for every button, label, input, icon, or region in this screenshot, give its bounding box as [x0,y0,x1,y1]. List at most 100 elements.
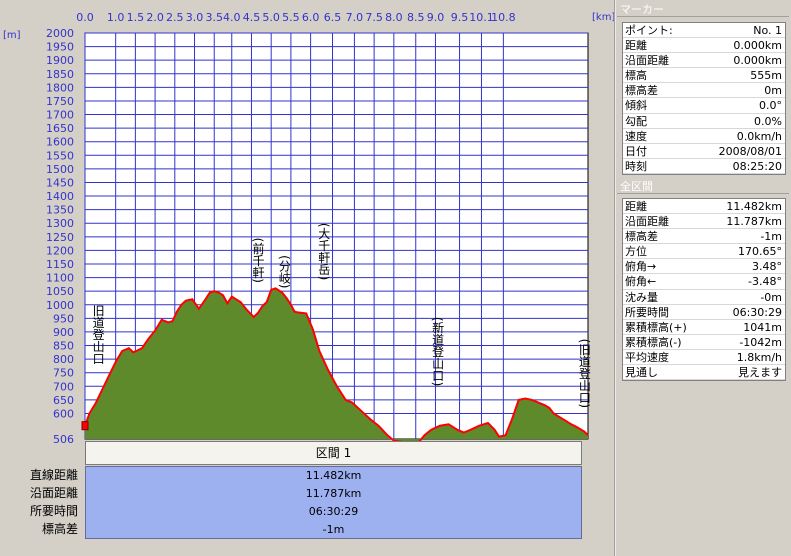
info-value: -0m [760,290,782,304]
info-value: 1041m [743,320,782,334]
info-row: 速度 0.0km/h [623,129,785,144]
info-key: 沈み量 [625,290,658,304]
peak-annotation: 旧道登山口 [91,304,105,364]
y-tick-label: 1350 [46,204,74,217]
section-summary: 区間 1 11.482km 11.787km 06:30:29 -1m [85,441,584,539]
info-row: 距離 11.482km [623,199,785,215]
info-key: 累積標高(-) [625,335,682,349]
section-value-height: -1m [322,523,345,536]
info-row: 俯角← -3.48° [623,274,785,290]
y-tick-label: 1900 [46,54,74,67]
info-value: 170.65° [738,245,782,259]
info-key: 見通し [625,366,658,380]
info-value: 11.787km [726,215,782,229]
panel-divider[interactable] [614,0,616,556]
section-label-straight: 直線距離 [29,468,78,482]
info-key: 速度 [625,129,647,143]
y-tick-label: 600 [53,407,74,420]
x-tick-label: 10.1 [469,11,494,24]
x-tick-label: 2.0 [146,11,164,24]
x-tick-label: 10.8 [491,11,516,24]
info-value: 555m [750,69,782,83]
info-value: 11.482km [726,200,782,213]
info-key: 傾斜 [625,99,647,113]
x-tick-label: 1.0 [107,11,125,24]
y-tick-label: 700 [53,380,74,393]
x-tick-label: 3.0 [186,11,204,24]
marker-point[interactable] [81,421,89,431]
info-row: 日付 2008/08/01 [623,144,785,159]
all-section-table: 距離 11.482km 沿面距離 11.787km 標高差 -1m 方位 170.65° 俯角→… [622,198,786,382]
y-tick-label: 1600 [46,136,74,149]
info-value: -3.48° [748,275,782,289]
info-key: 標高差 [625,230,658,244]
x-tick-label: 0.0 [76,11,94,24]
peak-annotation: (旧道登山口) [577,339,591,408]
info-key: 所要時間 [625,305,669,319]
y-tick-label: 800 [53,353,74,366]
x-tick-label: 5.0 [262,11,280,24]
info-key: 標高差 [625,84,658,98]
info-row: 累積標高(+) 1041m [623,320,785,335]
info-value: 0m [764,84,782,98]
section-label-height: 標高差 [41,522,78,536]
info-row: 沿面距離 11.787km [623,214,785,230]
info-value: 0.0km/h [736,129,782,143]
y-tick-label: 900 [53,326,74,339]
info-value: 1.8km/h [736,350,782,364]
info-row: 沈み量 -0m [623,290,785,305]
section-value-straight: 11.482km [305,469,362,482]
x-tick-label: 9.0 [427,11,445,24]
info-value: 3.48° [752,260,782,274]
x-tick-label: 6.0 [302,11,320,24]
info-key: ポイント: [625,24,673,37]
section-value-surface: 11.787km [305,487,362,500]
peak-annotation: (大千軒岳) [317,223,331,280]
y-tick-label: 1050 [46,285,74,298]
info-key: 平均速度 [625,350,669,364]
peak-annotation: (前千軒) [251,238,265,283]
info-key: 方位 [625,245,647,259]
info-row: 傾斜 0.0° [623,98,785,114]
x-tick-label: 4.0 [223,11,241,24]
info-key: 俯角← [625,275,657,289]
x-tick-label: 8.0 [385,11,403,24]
info-key: 沿面距離 [625,215,669,229]
info-value: -1042m [739,335,782,349]
info-value: 08:25:20 [732,159,782,173]
marker-table: ポイント: No. 1 距離 0.000km 沿面距離 0.000km 標高 555m 標高差 0… [622,22,786,175]
info-value: 0.000km [733,54,782,68]
info-key: 距離 [625,200,647,213]
marker-panel-title: マーカー [617,2,789,17]
x-tick-label: 8.5 [407,11,425,24]
y-tick-label: 1500 [46,163,74,176]
section-title[interactable]: 区間 1 [85,441,582,465]
info-key: 累積標高(+) [625,320,687,334]
info-row: 平均速度 1.8km/h [623,350,785,366]
info-value: -1m [760,230,782,244]
peak-annotation: (新道登山口) [431,317,445,386]
info-value: 06:30:29 [732,305,782,319]
y-tick-label: 1950 [46,41,74,54]
x-tick-label: 2.5 [166,11,184,24]
x-tick-label: 4.5 [243,11,261,24]
section-labels: 直線距離 沿面距離 所要時間 標高差 [0,466,78,538]
y-tick-label: 1150 [46,258,74,271]
info-key: 時刻 [625,159,647,173]
y-tick-label: 1700 [46,109,74,122]
y-tick-label: 650 [53,394,74,407]
y-tick-label: 1200 [46,244,74,257]
y-tick-label: 1650 [46,122,74,135]
info-row: 俯角→ 3.48° [623,259,785,275]
info-row: 標高差 0m [623,83,785,99]
section-value-time: 06:30:29 [308,505,359,518]
info-row: 標高 555m [623,68,785,84]
info-key: 沿面距離 [625,54,669,68]
info-value: No. 1 [753,24,782,37]
elevation-chart: 6006507007508008509009501000105011001150… [3,11,614,445]
y-tick-label: 1250 [46,231,74,244]
info-key: 距離 [625,39,647,53]
x-tick-label: 1.5 [127,11,145,24]
info-row: 標高差 -1m [623,229,785,245]
y-tick-label: 1100 [46,272,74,285]
